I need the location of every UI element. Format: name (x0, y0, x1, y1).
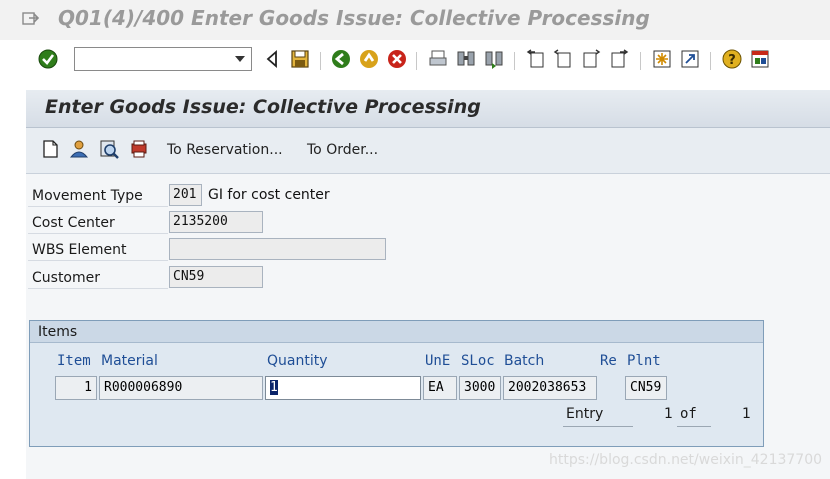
movement-type-text: GI for cost center (208, 187, 330, 203)
application-panel: Enter Goods Issue: Collective Processing… (26, 90, 830, 479)
plant-cell[interactable]: CN59 (625, 376, 667, 400)
cancel-reservation-icon[interactable] (128, 138, 150, 160)
find-next-icon[interactable] (483, 48, 505, 70)
col-header-item: Item (57, 353, 91, 369)
screen-title-bar: Enter Goods Issue: Collective Processing (26, 90, 830, 128)
system-toolbar: ? (0, 40, 830, 82)
new-item-icon[interactable] (39, 138, 61, 160)
next-page-icon[interactable] (580, 48, 602, 70)
detail-search-icon[interactable] (98, 138, 120, 160)
toolbar-separator (514, 52, 515, 70)
cost-center-label: Cost Center (28, 212, 168, 234)
help-icon[interactable]: ? (721, 48, 743, 70)
chevron-down-icon[interactable] (235, 56, 245, 62)
col-header-plnt: Plnt (627, 353, 661, 369)
col-header-sloc: SLoc (461, 353, 495, 369)
previous-page-icon[interactable] (552, 48, 574, 70)
command-field[interactable] (74, 47, 252, 71)
items-title: Items (30, 321, 763, 343)
entry-current: 1 (664, 406, 673, 422)
wbs-element-label: WBS Element (28, 239, 168, 261)
exit-icon[interactable] (358, 48, 380, 70)
back-icon[interactable] (330, 48, 352, 70)
create-session-icon[interactable] (651, 48, 673, 70)
customer-label: Customer (28, 267, 168, 289)
save-icon[interactable] (289, 48, 311, 70)
entry-total: 1 (742, 406, 751, 422)
entry-of-label: of (680, 406, 697, 422)
user-icon[interactable] (68, 138, 90, 160)
items-group: Items Item Material Quantity UnE SLoc Ba… (29, 320, 764, 447)
layout-menu-icon[interactable] (749, 48, 771, 70)
toolbar-separator (416, 52, 417, 70)
movement-type-field[interactable]: 201 (169, 184, 202, 206)
item-number-cell[interactable]: 1 (55, 376, 97, 400)
to-order-button[interactable]: To Order... (307, 142, 378, 158)
last-page-icon[interactable] (608, 48, 630, 70)
col-header-une: UnE (425, 353, 451, 369)
cancel-icon[interactable] (386, 48, 408, 70)
material-cell[interactable]: R000006890 (99, 376, 263, 400)
toolbar-separator (710, 52, 711, 70)
window-title: Q01(4)/400 Enter Goods Issue: Collective… (58, 6, 650, 30)
find-icon[interactable] (455, 48, 477, 70)
entry-of-underline (677, 426, 711, 427)
window-menu-icon[interactable] (22, 10, 40, 26)
watermark-text: https://blog.csdn.net/weixin_42137700 (549, 452, 823, 468)
enter-icon[interactable] (37, 48, 59, 70)
quantity-input[interactable]: 1 (265, 376, 421, 400)
col-header-material: Material (101, 353, 158, 369)
print-icon[interactable] (427, 48, 449, 70)
first-page-icon[interactable] (525, 48, 547, 70)
title-bar: Q01(4)/400 Enter Goods Issue: Collective… (0, 0, 830, 40)
svg-text:?: ? (728, 53, 736, 68)
une-cell[interactable]: EA (423, 376, 457, 400)
wbs-element-field[interactable] (169, 238, 386, 260)
col-header-batch: Batch (504, 353, 545, 369)
toolbar-separator (320, 52, 321, 70)
cost-center-field[interactable]: 2135200 (169, 211, 263, 233)
entry-underline (563, 426, 633, 427)
col-header-re: Re (600, 353, 617, 369)
screen-title: Enter Goods Issue: Collective Processing (45, 96, 481, 118)
toolbar-separator (640, 52, 641, 70)
batch-cell[interactable]: 2002038653 (503, 376, 597, 400)
shortcut-icon[interactable] (679, 48, 701, 70)
customer-field[interactable]: CN59 (169, 266, 263, 288)
application-toolbar: To Reservation... To Order... (26, 128, 830, 174)
movement-type-label: Movement Type (28, 185, 168, 207)
sloc-cell[interactable]: 3000 (459, 376, 501, 400)
quantity-value: 1 (270, 380, 278, 395)
to-reservation-button[interactable]: To Reservation... (167, 142, 283, 158)
entry-label: Entry (566, 406, 604, 422)
command-input[interactable] (78, 49, 228, 69)
back-arrow-icon[interactable] (262, 48, 284, 70)
col-header-quantity: Quantity (267, 353, 328, 369)
